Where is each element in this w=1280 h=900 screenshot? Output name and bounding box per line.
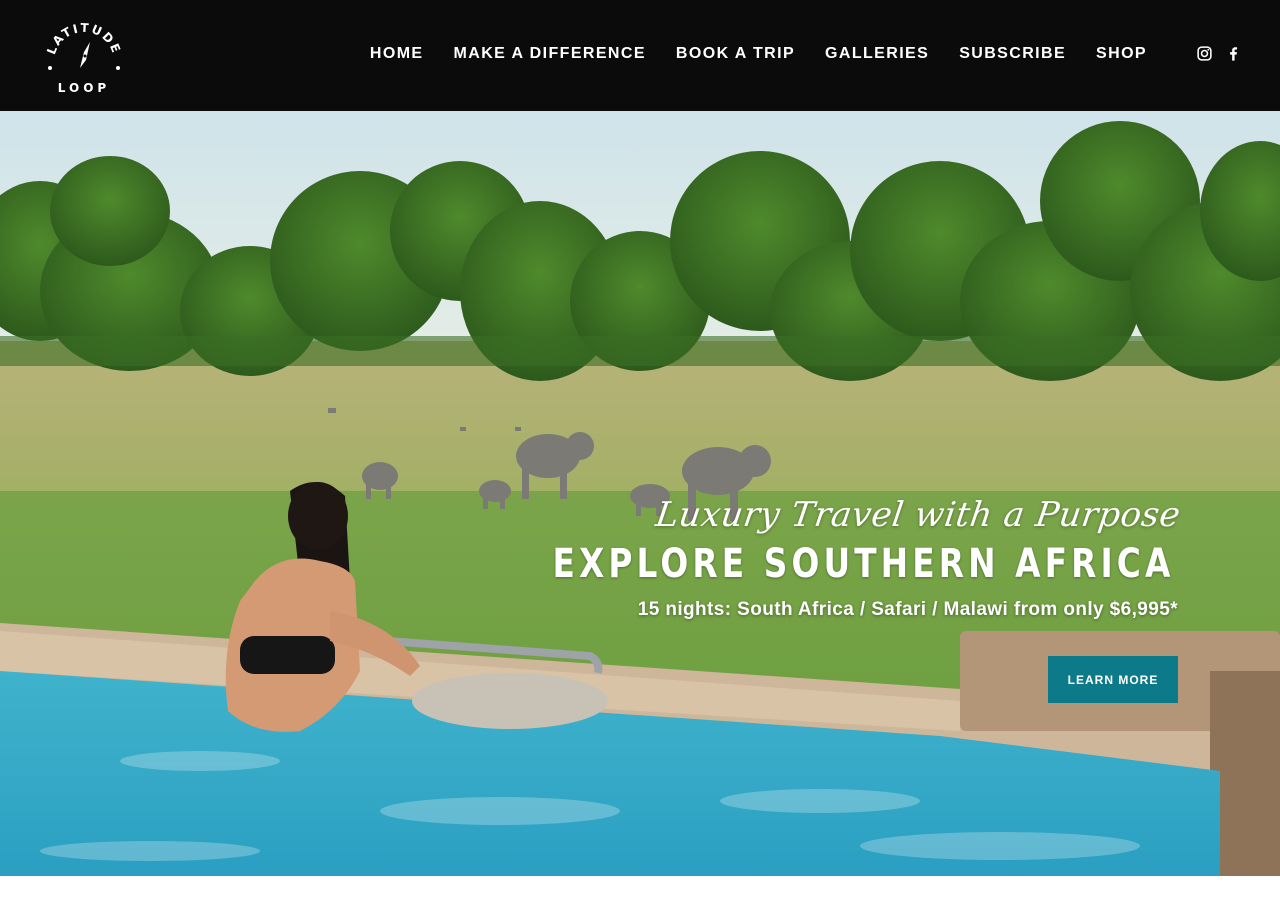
instagram-icon[interactable]: [1196, 45, 1213, 62]
nav-book-a-trip[interactable]: BOOK A TRIP: [661, 42, 810, 66]
social-links: [1196, 45, 1242, 62]
logo-top-text: LATITUDE: [44, 21, 122, 57]
hero-safari-pool-image: [0, 111, 1280, 876]
hero-headline: EXPLORE SOUTHERN AFRICA: [552, 541, 1174, 587]
hero-subline: 15 nights: South Africa / Safari / Malaw…: [637, 599, 1178, 620]
nav-subscribe[interactable]: SUBSCRIBE: [944, 42, 1081, 66]
nav-galleries[interactable]: GALLERIES: [810, 42, 944, 66]
logo-bottom-text: LOOP: [58, 81, 110, 95]
compass-logo-icon: LATITUDE LOOP: [44, 21, 124, 95]
nav-home[interactable]: HOME: [355, 42, 439, 66]
facebook-icon[interactable]: [1225, 45, 1242, 62]
hero-banner: Luxury Travel with a Purpose EXPLORE SOU…: [0, 111, 1280, 876]
latitude-loop-logo[interactable]: LATITUDE LOOP: [40, 12, 128, 100]
nav-make-a-difference[interactable]: MAKE A DIFFERENCE: [439, 42, 661, 66]
hero-tagline: Luxury Travel with a Purpose: [652, 495, 1183, 535]
svg-text:LATITUDE: LATITUDE: [44, 21, 124, 57]
site-header: LATITUDE LOOP HOME MAKE A DIFFERENCE BOO…: [0, 0, 1280, 111]
nav-shop[interactable]: SHOP: [1081, 42, 1162, 66]
learn-more-button[interactable]: LEARN MORE: [1048, 656, 1178, 703]
main-nav: HOME MAKE A DIFFERENCE BOOK A TRIP GALLE…: [355, 42, 1162, 66]
